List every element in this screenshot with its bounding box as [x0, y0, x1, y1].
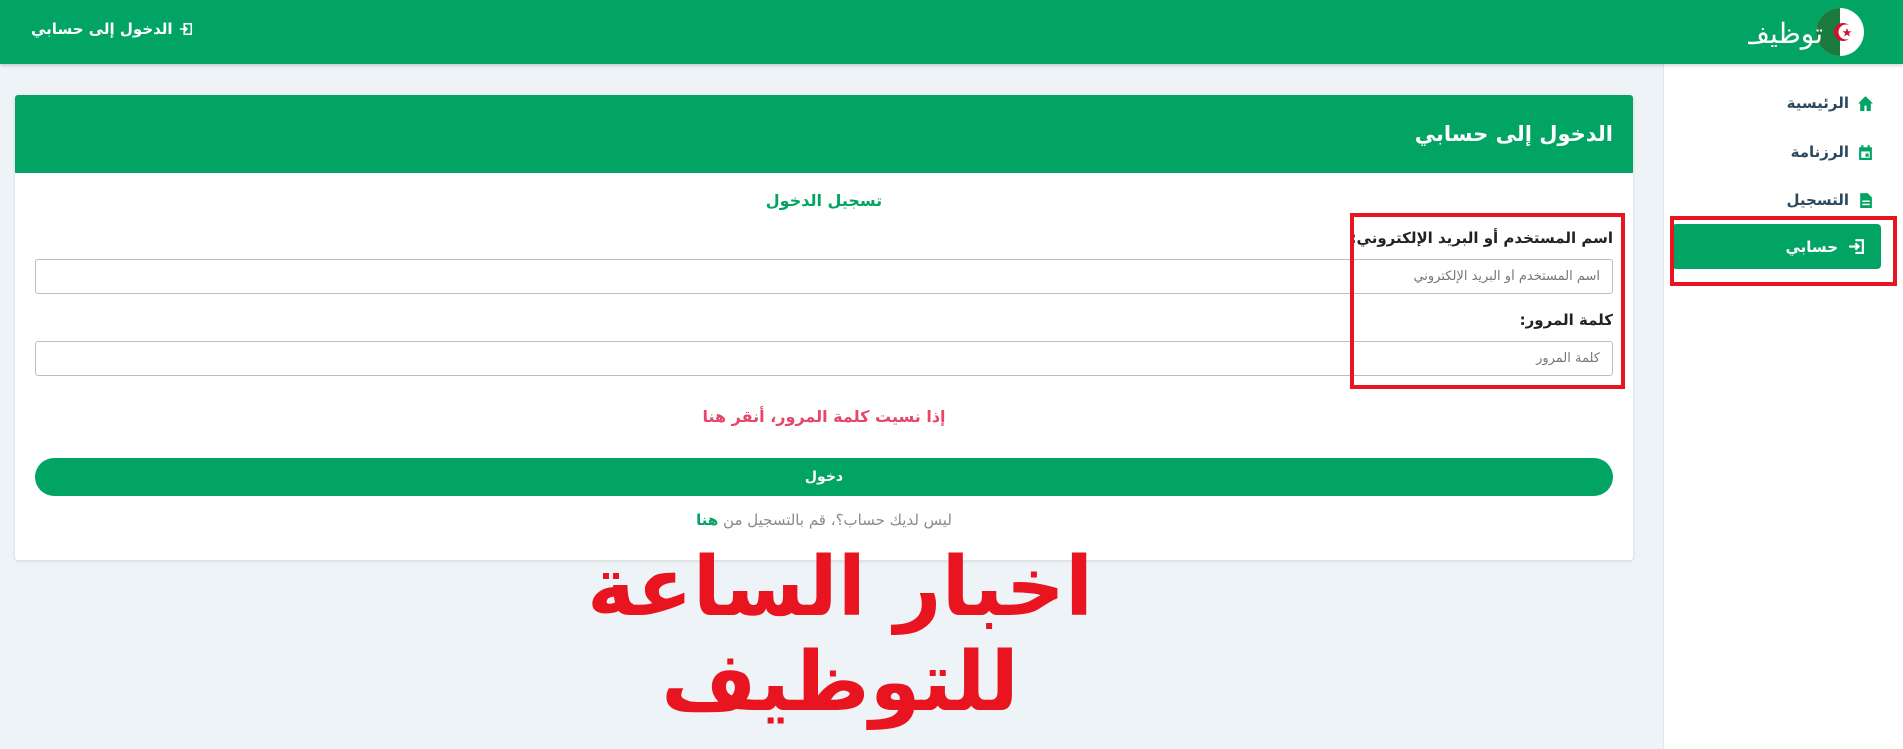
sidebar-item-label: التسجيل	[1786, 191, 1849, 209]
username-label: اسم المستخدم أو البريد الإلكتروني:	[1350, 229, 1613, 247]
header-login-link[interactable]: الدخول إلى حسابي	[31, 20, 193, 38]
sidebar-item-calendar[interactable]: الرزنامة	[1791, 140, 1874, 164]
card-header: الدخول إلى حسابي	[15, 95, 1633, 173]
password-input[interactable]	[35, 341, 1613, 376]
login-icon	[1849, 239, 1864, 254]
login-button[interactable]: دخول	[35, 458, 1613, 496]
register-line: ليس لديك حساب؟، قم بالتسجيل من هنا	[15, 511, 1633, 529]
sidebar-item-label: الرئيسية	[1786, 94, 1849, 112]
calendar-icon	[1859, 144, 1872, 160]
sidebar-item-register[interactable]: التسجيل	[1787, 188, 1874, 212]
forgot-password-link[interactable]: إذا نسيت كلمة المرور، أنقر هنا	[15, 407, 1633, 426]
sidebar-item-my-account[interactable]: حسابي	[1672, 224, 1881, 269]
login-card: الدخول إلى حسابي تسجيل الدخول اسم المستخ…	[15, 95, 1633, 560]
register-link[interactable]: هنا	[696, 511, 718, 529]
register-prefix: ليس لديك حساب؟، قم بالتسجيل من	[723, 511, 952, 529]
sidebar: الرئيسية الرزنامة التسجيل حسابي	[1663, 64, 1903, 749]
form-title: تسجيل الدخول	[765, 191, 883, 210]
site-logo[interactable]: توظيف	[1741, 5, 1868, 59]
sidebar-item-home[interactable]: الرئيسية	[1787, 91, 1874, 115]
watermark-text: اخبار الساعة للتوظيف	[586, 540, 1094, 730]
sidebar-item-label: حسابي	[1785, 237, 1838, 256]
home-icon	[1858, 95, 1873, 111]
algeria-flag-logo-icon: توظيف	[1741, 8, 1864, 56]
card-title: الدخول إلى حسابي	[1414, 122, 1613, 146]
document-icon	[1860, 192, 1872, 208]
sidebar-item-label: الرزنامة	[1790, 143, 1849, 161]
logo-text: توظيف	[1748, 17, 1823, 50]
password-label: كلمة المرور:	[1519, 311, 1613, 329]
username-input[interactable]	[35, 259, 1613, 294]
header-login-label: الدخول إلى حسابي	[31, 20, 173, 38]
top-navbar: توظيف الدخول إلى حسابي	[0, 0, 1903, 64]
login-icon	[179, 22, 192, 36]
